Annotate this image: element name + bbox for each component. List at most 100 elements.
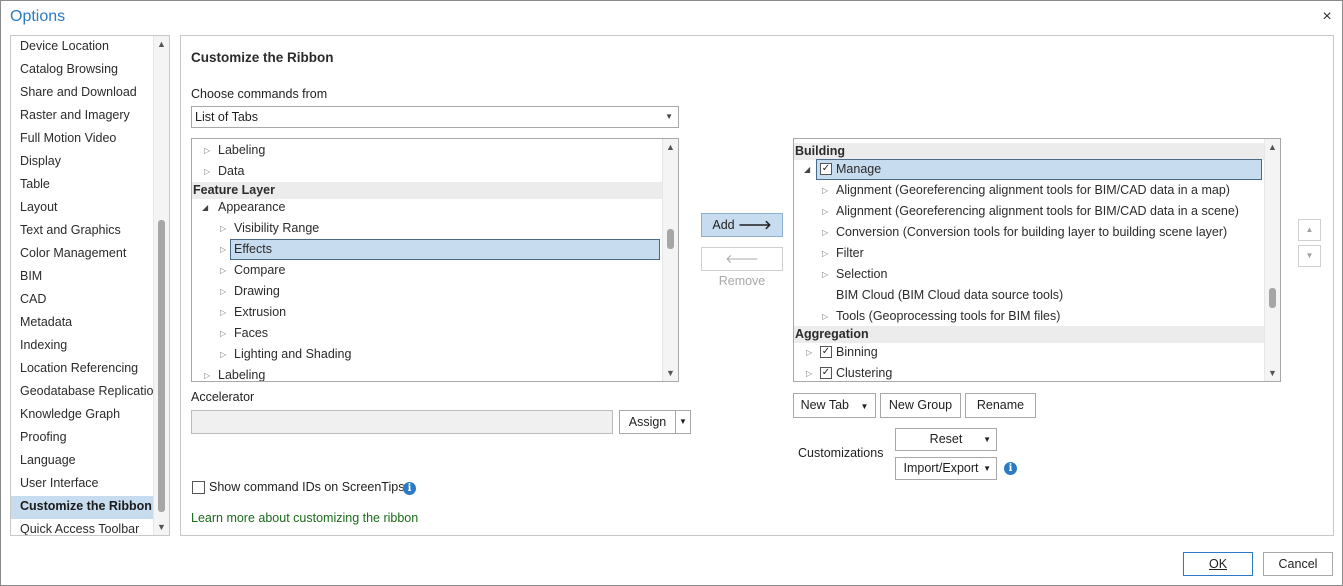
move-up-button[interactable]: ▲ (1298, 219, 1321, 241)
tree-item[interactable]: ◢ Appearance (192, 197, 662, 218)
tree-item[interactable]: ▷ Lighting and Shading (192, 344, 662, 365)
cancel-button[interactable]: Cancel (1263, 552, 1333, 576)
expand-arrow-icon[interactable]: ▷ (204, 161, 210, 182)
assign-dropdown-caret[interactable]: ▼ (675, 410, 691, 434)
move-down-button[interactable]: ▼ (1298, 245, 1321, 267)
ribbon-tree-scrollbar[interactable]: ▲ ▼ (1264, 139, 1280, 381)
tree-item[interactable]: ▷ Faces (192, 323, 662, 344)
expand-arrow-icon[interactable]: ▷ (806, 342, 812, 363)
scroll-thumb[interactable] (667, 229, 674, 249)
expand-arrow-icon[interactable]: ▷ (822, 180, 828, 201)
sidebar-item-bim[interactable]: BIM (11, 266, 154, 289)
sidebar-item-raster-and-imagery[interactable]: Raster and Imagery (11, 105, 154, 128)
tree-item[interactable]: ▷ Drawing (192, 281, 662, 302)
reset-button[interactable]: Reset ▼ (895, 428, 997, 451)
sidebar-item-knowledge-graph[interactable]: Knowledge Graph (11, 404, 154, 427)
assign-button[interactable]: Assign (619, 410, 676, 434)
sidebar-item-metadata[interactable]: Metadata (11, 312, 154, 335)
add-button[interactable]: Add 🡒 (701, 213, 783, 237)
ribbon-tree[interactable]: Building ◢ ✓ Manage ▷ Alignment (Georefe… (793, 138, 1281, 382)
scroll-down-icon[interactable]: ▼ (1265, 365, 1280, 381)
expand-arrow-icon[interactable]: ▷ (204, 365, 210, 381)
tree-item[interactable]: ▷ Data (192, 161, 662, 182)
expand-arrow-icon[interactable]: ▷ (220, 344, 226, 365)
info-icon[interactable]: i (1004, 462, 1017, 475)
tree-item[interactable]: ▷ Filter (794, 243, 1264, 264)
ok-button[interactable]: OK (1183, 552, 1253, 576)
expand-arrow-icon[interactable]: ▷ (806, 363, 812, 381)
expand-arrow-icon[interactable]: ▷ (822, 306, 828, 327)
tree-item[interactable]: ▷ Visibility Range (192, 218, 662, 239)
collapse-arrow-icon[interactable]: ◢ (202, 197, 208, 218)
sidebar-item-layout[interactable]: Layout (11, 197, 154, 220)
sidebar-item-proofing[interactable]: Proofing (11, 427, 154, 450)
expand-arrow-icon[interactable]: ▷ (220, 260, 226, 281)
scroll-down-icon[interactable]: ▼ (154, 519, 169, 535)
scroll-up-icon[interactable]: ▲ (1265, 139, 1280, 155)
sidebar-item-geodatabase-replication[interactable]: Geodatabase Replication (11, 381, 160, 404)
tree-item[interactable]: BIM Cloud (BIM Cloud data source tools) (794, 285, 1264, 306)
checkbox-checked-icon[interactable]: ✓ (820, 346, 832, 358)
tree-item[interactable]: ▷ Labeling (192, 140, 662, 161)
sidebar-item-device-location[interactable]: Device Location (11, 36, 154, 59)
tree-item[interactable]: ▷ Alignment (Georeferencing alignment to… (794, 180, 1264, 201)
checkbox-checked-icon[interactable]: ✓ (820, 163, 832, 175)
tree-item[interactable]: ▷ Extrusion (192, 302, 662, 323)
info-icon[interactable]: i (403, 482, 416, 495)
accelerator-input[interactable] (191, 410, 613, 434)
sidebar-item-display[interactable]: Display (11, 151, 154, 174)
sidebar-item-table[interactable]: Table (11, 174, 154, 197)
sidebar-item-catalog-browsing[interactable]: Catalog Browsing (11, 59, 154, 82)
tree-item[interactable]: ▷ ✓ Binning (794, 342, 1264, 363)
sidebar-item-text-and-graphics[interactable]: Text and Graphics (11, 220, 154, 243)
expand-arrow-icon[interactable]: ▷ (220, 281, 226, 302)
collapse-arrow-icon[interactable]: ◢ (804, 159, 810, 180)
sidebar-item-user-interface[interactable]: User Interface (11, 473, 154, 496)
commands-tree-scrollbar[interactable]: ▲ ▼ (662, 139, 678, 381)
expand-arrow-icon[interactable]: ▷ (220, 302, 226, 323)
close-icon[interactable]: × (1318, 8, 1336, 26)
expand-arrow-icon[interactable]: ▷ (220, 239, 226, 260)
tree-item[interactable]: ▷ ✓ Clustering (794, 363, 1264, 381)
tree-item[interactable]: ▷ Selection (794, 264, 1264, 285)
sidebar-scrollbar[interactable]: ▲ ▼ (153, 36, 169, 535)
expand-arrow-icon[interactable]: ▷ (220, 218, 226, 239)
scroll-thumb[interactable] (158, 220, 165, 512)
checkbox-checked-icon[interactable]: ✓ (820, 367, 832, 379)
rename-button[interactable]: Rename (965, 393, 1036, 418)
tree-item[interactable]: ▷ Alignment (Georeferencing alignment to… (794, 201, 1264, 222)
expand-arrow-icon[interactable]: ▷ (822, 201, 828, 222)
scroll-thumb[interactable] (1269, 288, 1276, 308)
scroll-up-icon[interactable]: ▲ (154, 36, 169, 52)
show-command-ids-checkbox[interactable] (192, 481, 205, 494)
expand-arrow-icon[interactable]: ▷ (822, 243, 828, 264)
expand-arrow-icon[interactable]: ▷ (822, 264, 828, 285)
tree-item[interactable]: ▷ Labeling (192, 365, 662, 381)
commands-tree[interactable]: ▷ Labeling ▷ Data Feature Layer ◢ Appear… (191, 138, 679, 382)
scroll-up-icon[interactable]: ▲ (663, 139, 678, 155)
import-export-button[interactable]: Import/Export ▼ (895, 457, 997, 480)
learn-more-link[interactable]: Learn more about customizing the ribbon (191, 511, 418, 525)
sidebar-item-indexing[interactable]: Indexing (11, 335, 154, 358)
tree-item[interactable]: ▷ Conversion (Conversion tools for build… (794, 222, 1264, 243)
sidebar-item-customize-the-ribbon[interactable]: Customize the Ribbon (11, 496, 154, 519)
choose-commands-dropdown[interactable]: List of Tabs ▼ (191, 106, 679, 128)
tree-item[interactable]: ▷ Tools (Geoprocessing tools for BIM fil… (794, 306, 1264, 327)
sidebar-item-color-management[interactable]: Color Management (11, 243, 154, 266)
tree-item-selected[interactable]: ▷ Effects (192, 239, 662, 260)
remove-button[interactable]: 🡐 Remove (701, 247, 783, 288)
expand-arrow-icon[interactable]: ▷ (822, 222, 828, 243)
sidebar-item-cad[interactable]: CAD (11, 289, 154, 312)
sidebar-item-full-motion-video[interactable]: Full Motion Video (11, 128, 154, 151)
expand-arrow-icon[interactable]: ▷ (220, 323, 226, 344)
scroll-down-icon[interactable]: ▼ (663, 365, 678, 381)
tree-item-selected[interactable]: ◢ ✓ Manage (794, 159, 1264, 180)
sidebar-item-location-referencing[interactable]: Location Referencing (11, 358, 154, 381)
sidebar-item-quick-access-toolbar[interactable]: Quick Access Toolbar (11, 519, 154, 535)
new-tab-button[interactable]: New Tab ▼ (793, 393, 876, 418)
expand-arrow-icon[interactable]: ▷ (204, 140, 210, 161)
tree-item[interactable]: ▷ Compare (192, 260, 662, 281)
sidebar-item-share-and-download[interactable]: Share and Download (11, 82, 154, 105)
sidebar-item-language[interactable]: Language (11, 450, 154, 473)
new-group-button[interactable]: New Group (880, 393, 961, 418)
